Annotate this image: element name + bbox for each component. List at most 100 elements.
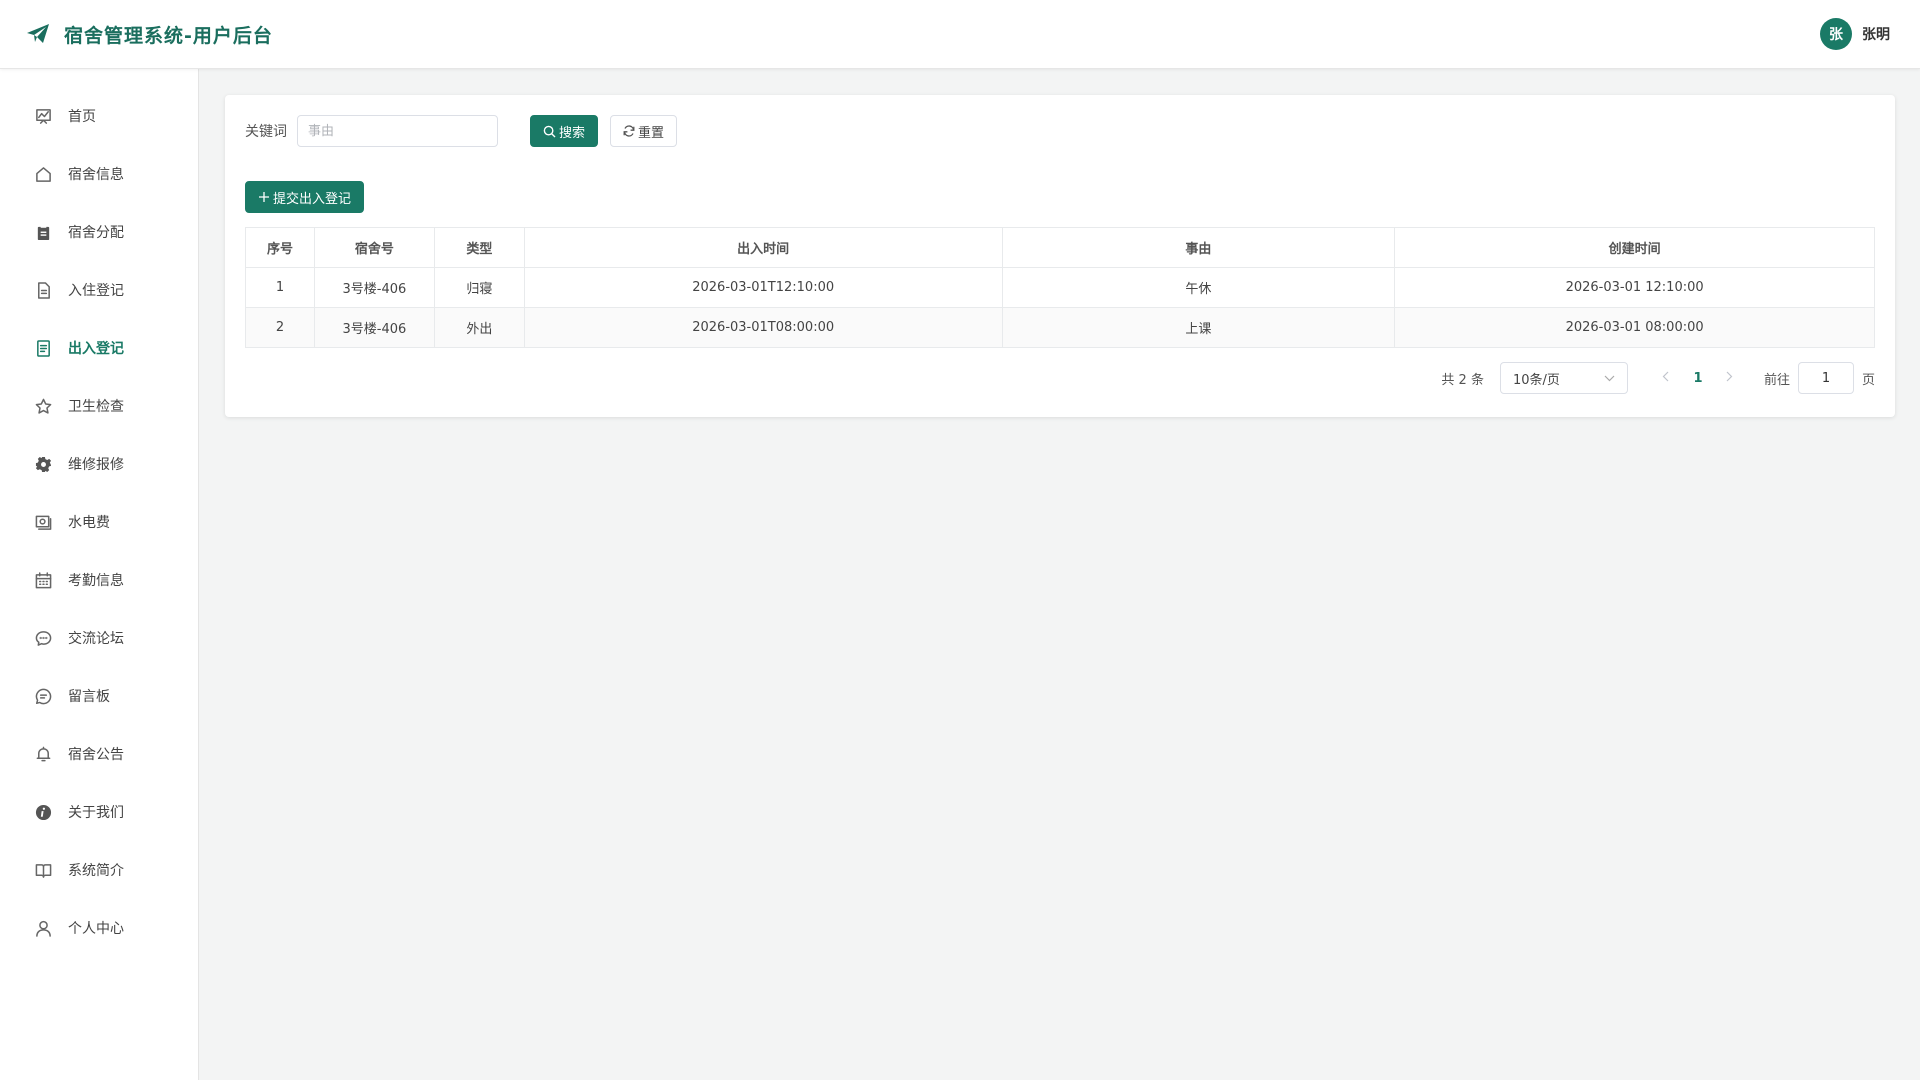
table-header-row: 序号 宿舍号 类型 出入时间 事由 创建时间 <box>245 227 1875 268</box>
clipboard-icon <box>34 223 52 241</box>
sidebar-item-message-board[interactable]: 留言板 <box>0 667 198 725</box>
avatar[interactable]: 张 <box>1820 18 1852 50</box>
table-cell: 3号楼-406 <box>313 307 435 348</box>
total-count: 共 2 条 <box>1441 372 1484 388</box>
sidebar-item-checkin[interactable]: 入住登记 <box>0 261 198 319</box>
sidebar-item-label: 交流论坛 <box>68 631 124 647</box>
pagination: 共 2 条 10条/页 1 前往 页 <box>245 362 1875 394</box>
table-cell: 2026-03-01 12:10:00 <box>1394 267 1875 308</box>
gear-icon <box>34 455 52 473</box>
chevron-right-icon <box>1727 371 1733 382</box>
prev-page-button[interactable] <box>1650 370 1682 386</box>
sidebar-item-label: 出入登记 <box>68 341 124 357</box>
message-icon <box>34 687 52 705</box>
chevron-down-icon <box>1604 371 1615 386</box>
sidebar-item-label: 个人中心 <box>68 921 124 937</box>
sidebar-item-profile[interactable]: 个人中心 <box>0 899 198 957</box>
username[interactable]: 张明 <box>1862 24 1890 44</box>
goto-page-input[interactable] <box>1797 362 1854 394</box>
sidebar-item-label: 宿舍公告 <box>68 747 124 763</box>
content-card: 关键词 搜索 重置 提交出入登记 序号 宿舍号 类型 出入时间 事由 创建时间 <box>225 95 1895 417</box>
table-cell: 2026-03-01T08:00:00 <box>523 307 1003 348</box>
sidebar-item-dorm-info[interactable]: 宿舍信息 <box>0 145 198 203</box>
refresh-icon <box>623 125 635 137</box>
table-cell: 2 <box>245 307 315 348</box>
star-icon <box>34 397 52 415</box>
sidebar-item-label: 入住登记 <box>68 283 124 299</box>
sidebar-item-dorm-assignment[interactable]: 宿舍分配 <box>0 203 198 261</box>
sidebar-item-about-us[interactable]: 关于我们 <box>0 783 198 841</box>
brand: 宿舍管理系统-用户后台 <box>26 21 273 48</box>
sidebar-item-label: 维修报修 <box>68 457 124 473</box>
page-size-value: 10条/页 <box>1512 372 1560 388</box>
sidebar-item-access-log[interactable]: 出入登记 <box>0 319 198 377</box>
sidebar-item-label: 宿舍分配 <box>68 225 124 241</box>
top-header: 宿舍管理系统-用户后台 张 张明 <box>0 0 1920 69</box>
column-header: 宿舍号 <box>313 227 435 268</box>
goto-label: 前往 <box>1763 372 1790 388</box>
table-cell: 归寝 <box>433 267 525 308</box>
search-icon <box>543 125 556 138</box>
page-suffix-label: 页 <box>1861 372 1875 388</box>
chevron-left-icon <box>1663 371 1669 382</box>
keyword-label: 关键词 <box>245 124 287 140</box>
reset-button[interactable]: 重置 <box>610 115 678 147</box>
bell-icon <box>34 745 52 763</box>
add-access-record-button[interactable]: 提交出入登记 <box>245 181 365 213</box>
sidebar-item-label: 水电费 <box>68 515 110 531</box>
document-icon <box>34 281 52 299</box>
sidebar-item-home[interactable]: 首页 <box>0 87 198 145</box>
calendar-icon <box>34 571 52 589</box>
table-cell: 3号楼-406 <box>313 267 435 308</box>
app-title: 宿舍管理系统-用户后台 <box>64 24 273 47</box>
sidebar-item-label: 首页 <box>68 109 96 125</box>
sidebar-item-repair[interactable]: 维修报修 <box>0 435 198 493</box>
table-cell: 上课 <box>1001 307 1396 348</box>
column-header: 创建时间 <box>1394 227 1875 268</box>
sidebar-item-attendance[interactable]: 考勤信息 <box>0 551 198 609</box>
house-icon <box>34 165 52 183</box>
plus-icon <box>258 191 270 203</box>
user-icon <box>34 919 52 937</box>
money-icon <box>34 513 52 531</box>
page-number-current[interactable]: 1 <box>1682 371 1714 386</box>
chat-icon <box>34 629 52 647</box>
page-size-select[interactable]: 10条/页 <box>1499 362 1628 394</box>
paper-plane-icon <box>27 24 49 43</box>
sidebar-item-label: 关于我们 <box>68 805 124 821</box>
column-header: 出入时间 <box>523 227 1003 268</box>
sidebar-item-announcements[interactable]: 宿舍公告 <box>0 725 198 783</box>
keyword-input[interactable] <box>297 115 498 147</box>
search-button[interactable]: 搜索 <box>530 115 599 147</box>
sidebar-item-system-intro[interactable]: 系统简介 <box>0 841 198 899</box>
next-page-button[interactable] <box>1714 370 1746 386</box>
table-cell: 外出 <box>433 307 525 348</box>
info-icon <box>34 803 52 821</box>
table-row[interactable]: 1 3号楼-406 归寝 2026-03-01T12:10:00 午休 2026… <box>245 267 1875 308</box>
table-cell: 2026-03-01 08:00:00 <box>1394 307 1875 348</box>
column-header: 类型 <box>433 227 525 268</box>
table-cell: 2026-03-01T12:10:00 <box>523 267 1003 308</box>
book-icon <box>34 861 52 879</box>
add-button-label: 提交出入登记 <box>273 191 352 207</box>
sidebar-item-hygiene[interactable]: 卫生检查 <box>0 377 198 435</box>
sidebar-item-utilities[interactable]: 水电费 <box>0 493 198 551</box>
sidebar-item-forum[interactable]: 交流论坛 <box>0 609 198 667</box>
sidebar-item-label: 卫生检查 <box>68 399 124 415</box>
access-log-table: 序号 宿舍号 类型 出入时间 事由 创建时间 1 3号楼-406 归寝 2026… <box>245 227 1875 348</box>
sidebar-item-label: 宿舍信息 <box>68 167 124 183</box>
sidebar-item-label: 考勤信息 <box>68 573 124 589</box>
user-menu[interactable]: 张 张明 <box>1820 18 1890 50</box>
table-cell: 午休 <box>1001 267 1396 308</box>
reset-button-label: 重置 <box>638 125 665 141</box>
tickets-icon <box>34 339 52 357</box>
search-button-label: 搜索 <box>559 125 586 141</box>
column-header: 序号 <box>245 227 315 268</box>
chart-icon <box>34 107 52 125</box>
column-header: 事由 <box>1001 227 1396 268</box>
sidebar-item-label: 系统简介 <box>68 863 124 879</box>
table-row[interactable]: 2 3号楼-406 外出 2026-03-01T08:00:00 上课 2026… <box>245 307 1875 348</box>
table-cell: 1 <box>245 267 315 308</box>
sidebar-item-label: 留言板 <box>68 689 110 705</box>
sidebar: 首页 宿舍信息 宿舍分配 入住登记 出入登记 卫生检查 维修报修 水电费 考勤信… <box>0 69 199 1080</box>
